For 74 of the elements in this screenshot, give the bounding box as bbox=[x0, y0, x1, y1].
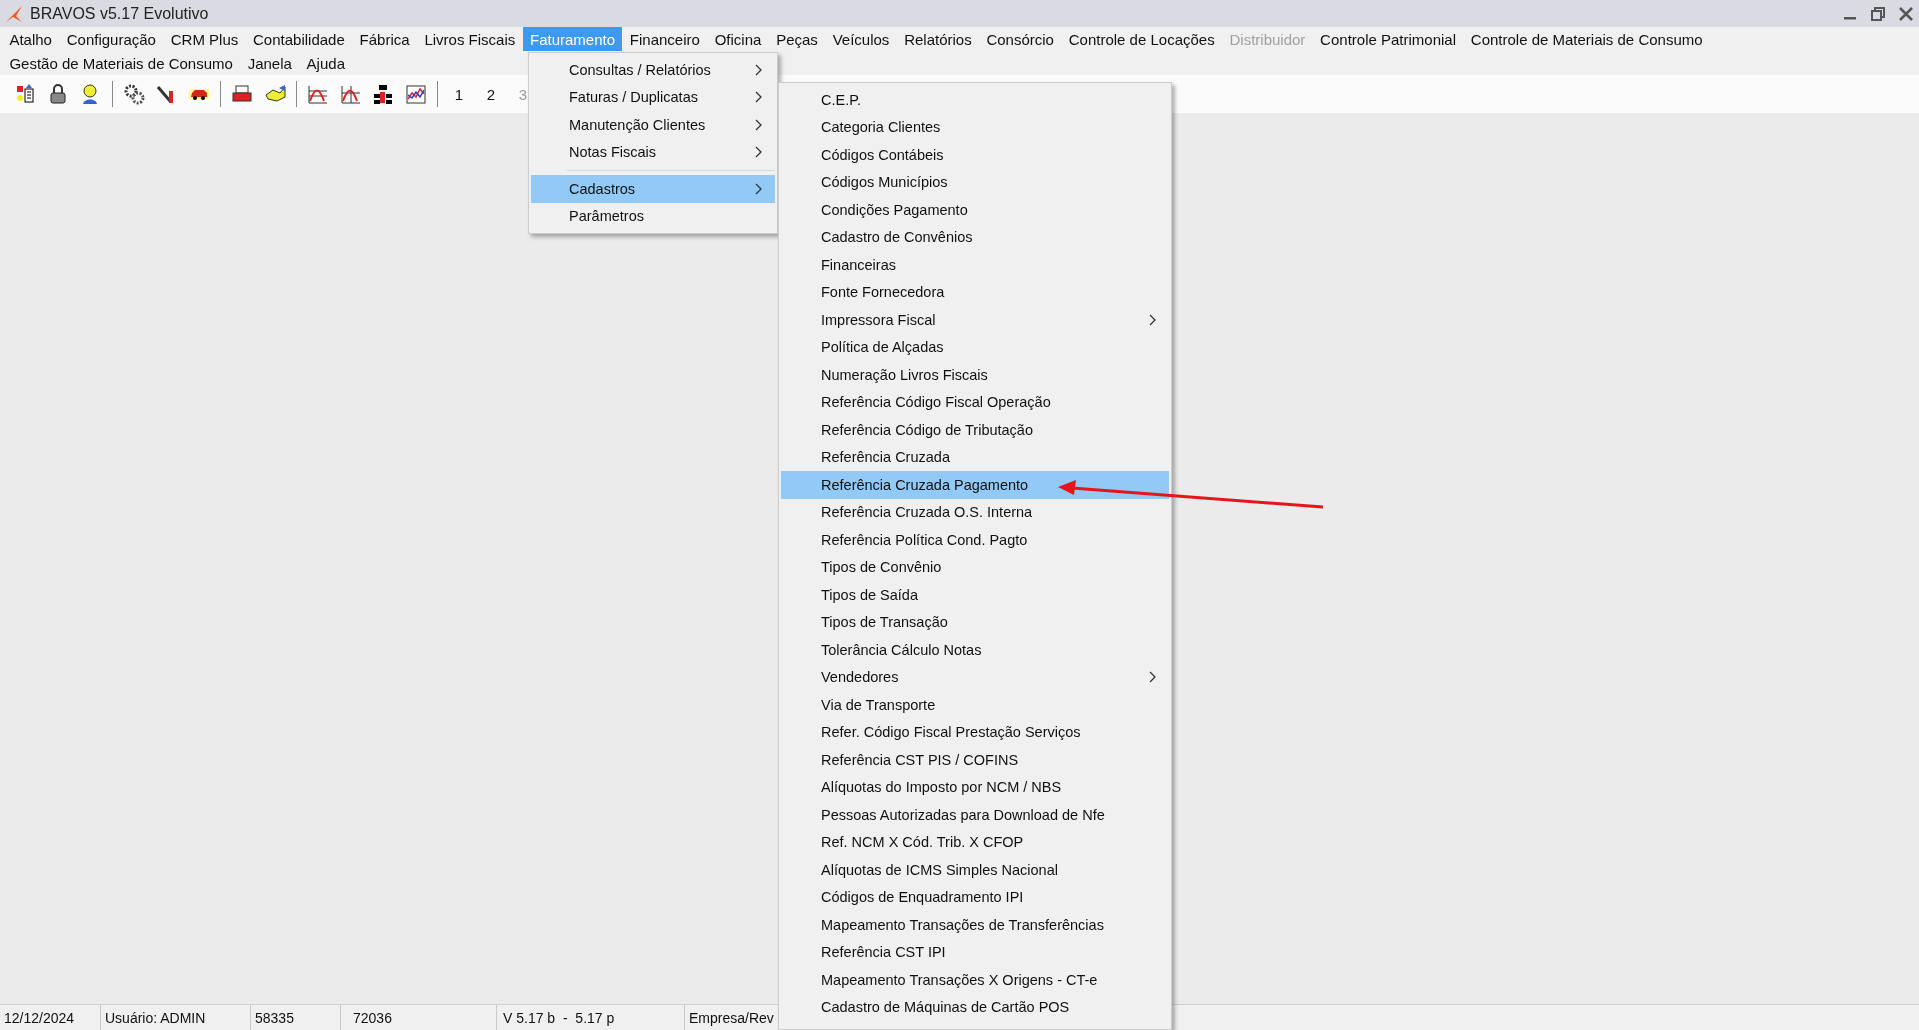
line-chart-icon[interactable] bbox=[404, 83, 427, 105]
menu-item[interactable]: Via de Transporte bbox=[781, 691, 1169, 719]
menu-item[interactable]: Condições Pagamento bbox=[781, 196, 1169, 224]
menu-item[interactable]: Consultas / Relatórios bbox=[531, 56, 775, 84]
menu-item[interactable]: Referência Código de Tributação bbox=[781, 416, 1169, 444]
menu-bar-item[interactable]: Gestão de Materiais de Consumo bbox=[2, 51, 241, 75]
menu-item[interactable]: Cadastro de Convênios bbox=[781, 223, 1169, 251]
menu-item[interactable]: Referência Cruzada Pagamento bbox=[781, 471, 1169, 499]
gears-icon[interactable] bbox=[122, 83, 145, 105]
menu-item[interactable]: Fonte Fornecedora bbox=[781, 278, 1169, 306]
menu-bar-item[interactable]: Contabilidade bbox=[245, 27, 353, 51]
curve-chart-icon[interactable] bbox=[339, 83, 362, 105]
menu-item[interactable]: Impressora Fiscal bbox=[781, 306, 1169, 334]
menu-item[interactable]: Parâmetros bbox=[531, 202, 775, 230]
menu-item[interactable]: C.E.P. bbox=[781, 86, 1169, 114]
menu-bar-item[interactable]: Controle Patrimonial bbox=[1312, 27, 1464, 51]
org-chart-icon[interactable] bbox=[372, 83, 395, 105]
toolbar-number-button[interactable]: 2 bbox=[484, 85, 498, 103]
menu-item[interactable]: Notas Fiscais bbox=[531, 138, 775, 166]
menu-bar-item[interactable]: Configuração bbox=[59, 27, 164, 51]
menu-item[interactable]: Referência Política Cond. Pagto bbox=[781, 526, 1169, 554]
printer-icon[interactable] bbox=[231, 83, 254, 105]
menu-bar-item[interactable]: CRM Plus bbox=[163, 27, 246, 51]
toolbar-number-button[interactable]: 1 bbox=[452, 85, 466, 103]
window-title: BRAVOS v5.17 Evolutivo bbox=[30, 4, 210, 23]
menu-item[interactable]: Referência Cruzada O.S. Interna bbox=[781, 498, 1169, 526]
menu-item[interactable]: Refer. Código Fiscal Prestação Serviços bbox=[781, 718, 1169, 746]
menu-bar-item[interactable]: Financeiro bbox=[622, 27, 708, 51]
menu-item[interactable]: Mapeamento Transações de Transferências bbox=[781, 911, 1169, 939]
status-bar-cell: V 5.17 b - 5.17 p bbox=[497, 1005, 685, 1030]
menu-item[interactable]: Alíquotas de ICMS Simples Nacional bbox=[781, 856, 1169, 884]
menu-item[interactable]: Alíquotas do Imposto por NCM / NBS bbox=[781, 773, 1169, 801]
menu-item[interactable]: Códigos Contábeis bbox=[781, 141, 1169, 169]
menu-item[interactable]: Categoria Clientes bbox=[781, 113, 1169, 141]
menu-bar-item[interactable]: Livros Fiscais bbox=[417, 27, 523, 51]
menu-item[interactable]: Códigos Municípios bbox=[781, 168, 1169, 196]
status-bar-cell: 72036 bbox=[341, 1005, 497, 1030]
menu-item[interactable]: Vendedores bbox=[781, 663, 1169, 691]
document-icon[interactable] bbox=[14, 83, 37, 105]
menu-item[interactable]: Tolerância Cálculo Notas bbox=[781, 636, 1169, 664]
menu-bar-item[interactable]: Oficina bbox=[707, 27, 769, 51]
menu-item[interactable]: Tipos de Saída bbox=[781, 581, 1169, 609]
menu-item[interactable]: Mapeamento Transações X Origens - CT-e bbox=[781, 966, 1169, 994]
menu-item[interactable]: Tipos de Convênio bbox=[781, 553, 1169, 581]
close-icon[interactable] bbox=[1899, 6, 1913, 21]
menu-bar-item[interactable]: Relatórios bbox=[896, 27, 980, 51]
status-bar-cell: 12/12/2024 bbox=[0, 1005, 101, 1030]
menu-bar-item[interactable]: Ajuda bbox=[299, 51, 353, 75]
menu-bar-item[interactable]: Atalho bbox=[2, 27, 60, 51]
menu-bar-item[interactable]: Peças bbox=[768, 27, 826, 51]
menu-bar-item[interactable]: Consórcio bbox=[979, 27, 1062, 51]
menu-bar-item[interactable]: Controle de Locações bbox=[1061, 27, 1223, 51]
menu-item[interactable]: Faturas / Duplicatas bbox=[531, 83, 775, 111]
menu-item[interactable]: Financeiras bbox=[781, 251, 1169, 279]
menu-bar-item[interactable]: Fábrica bbox=[352, 27, 417, 51]
restore-icon[interactable] bbox=[1871, 6, 1885, 21]
menu-item[interactable]: Numeração Livros Fiscais bbox=[781, 361, 1169, 389]
menu-bar-item[interactable]: Veículos bbox=[825, 27, 897, 51]
menu-item[interactable]: Referência CST IPI bbox=[781, 938, 1169, 966]
menu-item[interactable]: Códigos de Enquadramento IPI bbox=[781, 883, 1169, 911]
menu-item[interactable]: Política de Alçadas bbox=[781, 333, 1169, 361]
menu-item[interactable]: Manutenção Clientes bbox=[531, 111, 775, 139]
menu-item[interactable]: Referência Código Fiscal Operação bbox=[781, 388, 1169, 416]
menu-bar-item[interactable]: Janela bbox=[240, 51, 300, 75]
status-bar-cell: 58335 bbox=[251, 1005, 341, 1030]
menu-bar-item[interactable]: Controle de Materiais de Consumo bbox=[1463, 27, 1710, 51]
menu-item[interactable]: Referência CST PIS / COFINS bbox=[781, 746, 1169, 774]
status-bar-cell: Usuário: ADMIN bbox=[101, 1005, 251, 1030]
menu-item[interactable]: Cadastros bbox=[531, 175, 775, 203]
menu-item[interactable]: Referência Cruzada bbox=[781, 443, 1169, 471]
menu-item[interactable]: Ref. NCM X Cód. Trib. X CFOP bbox=[781, 828, 1169, 856]
menu-item[interactable]: Tipos de Transação bbox=[781, 608, 1169, 636]
menu-item[interactable]: Pessoas Autorizadas para Download de Nfe bbox=[781, 801, 1169, 829]
curve-chart-icon[interactable] bbox=[307, 83, 330, 105]
